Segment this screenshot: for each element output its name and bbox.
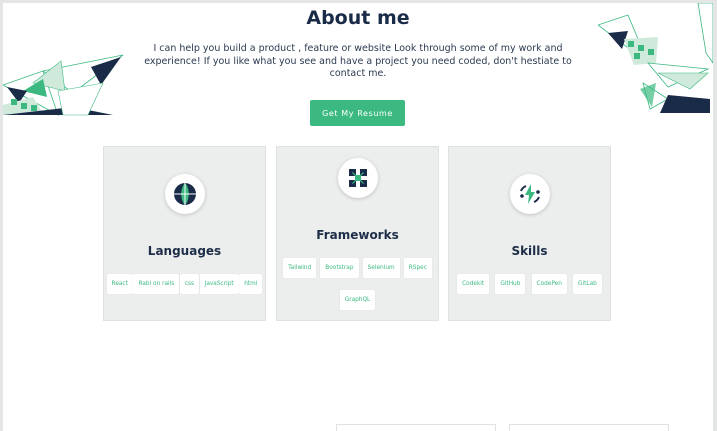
tag-html: html: [239, 274, 263, 294]
cubes-icon: [349, 169, 367, 187]
languages-card: Languages React Rabi on rails css JavaSc…: [103, 146, 266, 321]
tag-javascript: JavaScript: [199, 274, 239, 294]
about-section: About me I can help you build a product …: [3, 3, 713, 431]
page-title: About me: [306, 7, 410, 29]
tag-codekit: Codekit: [457, 274, 490, 294]
skills-card: Skills Codekit GitHub CodePen GitLab: [448, 146, 611, 321]
card-title: Skills: [511, 244, 548, 258]
tag-graphql: GraphQL: [339, 290, 376, 310]
intro-text: I can help you build a product , feature…: [144, 43, 572, 79]
get-resume-button[interactable]: Get My Resume: [310, 100, 405, 126]
tag-codepen: CodePen: [531, 274, 567, 294]
tag-github: GitHub: [495, 274, 526, 294]
languages-icon-badge: [165, 174, 205, 214]
languages-tag-list: React Rabi on rails css JavaScript html: [104, 274, 265, 294]
next-section-card: [509, 424, 669, 431]
tag-gitlab: GitLab: [573, 274, 602, 294]
tag-rspec: RSpec: [403, 258, 432, 278]
bolt-gear-icon: [520, 184, 540, 204]
tag-bootstrap: Bootstrap: [320, 258, 359, 278]
card-title: Languages: [147, 244, 222, 258]
next-section-card: [336, 424, 496, 431]
skills-tag-list: Codekit GitHub CodePen GitLab: [449, 274, 610, 294]
globe-icon: [174, 183, 196, 205]
frameworks-card: Frameworks Tailwind Bootstrap Selenium R…: [276, 146, 439, 321]
tag-tailwind: Tailwind: [283, 258, 317, 278]
tag-selenium: Selenium: [362, 258, 400, 278]
tag-css: css: [179, 274, 200, 294]
frameworks-icon-badge: [338, 158, 378, 198]
tag-rails: Rabi on rails: [133, 274, 180, 294]
tag-react: React: [106, 274, 133, 294]
origami-bird-left-decoration: [3, 54, 124, 116]
frameworks-tag-list: Tailwind Bootstrap Selenium RSpec GraphQ…: [277, 258, 438, 310]
skills-icon-badge: [510, 174, 550, 214]
card-title: Frameworks: [316, 228, 399, 242]
